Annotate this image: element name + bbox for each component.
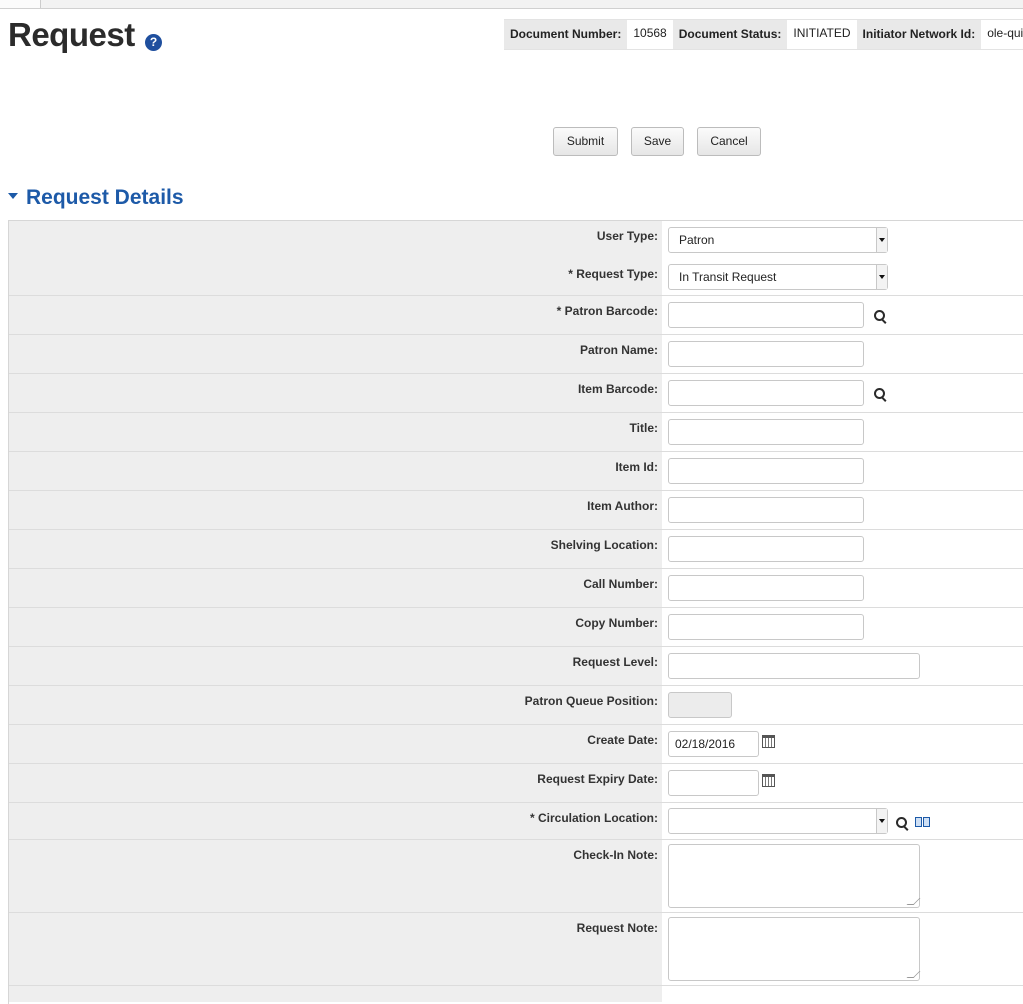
top-tab[interactable]: [0, 0, 41, 8]
section-title: Request Details: [26, 186, 184, 209]
row-request-level: Request Level:: [9, 647, 1023, 686]
row-shelving-location: Shelving Location:: [9, 530, 1023, 569]
row-title: Title:: [9, 413, 1023, 452]
top-tab-strip: [0, 0, 1023, 9]
create-date-input[interactable]: 02/18/2016: [668, 731, 759, 757]
user-type-value: Patron: [679, 233, 715, 247]
item-barcode-label: Item Barcode:: [577, 382, 658, 396]
row-item-barcode: Item Barcode:: [9, 374, 1023, 413]
initiator-network-id-value: ole-quic: [981, 20, 1023, 49]
item-barcode-search-icon[interactable]: [874, 388, 887, 402]
row-copy-number: Copy Number:: [9, 608, 1023, 647]
row-patron-barcode: * Patron Barcode:: [9, 296, 1023, 335]
row-request-type: * Request Type: In Transit Request: [9, 259, 1023, 296]
request-level-label: Request Level:: [572, 655, 658, 669]
title-input[interactable]: [668, 419, 864, 445]
copy-number-input[interactable]: [668, 614, 864, 640]
item-author-input[interactable]: [668, 497, 864, 523]
document-header-info: Document Number: 10568 Document Status: …: [504, 19, 1023, 50]
request-type-select[interactable]: In Transit Request: [668, 264, 888, 290]
row-check-in-note: Check-In Note:: [9, 840, 1023, 913]
document-number-value: 10568: [627, 20, 673, 49]
patron-name-label: Patron Name:: [579, 343, 658, 357]
request-type-label: * Request Type:: [568, 267, 658, 281]
chevron-down-icon: [876, 228, 887, 252]
patron-name-input[interactable]: [668, 341, 864, 367]
request-expiry-date-input[interactable]: [668, 770, 759, 796]
request-expiry-date-label: Request Expiry Date:: [537, 772, 658, 786]
create-date-calendar-icon[interactable]: [762, 735, 775, 748]
row-patron-name: Patron Name:: [9, 335, 1023, 374]
chevron-down-icon: [876, 809, 887, 833]
patron-barcode-label: * Patron Barcode:: [556, 304, 658, 318]
request-expiry-date-calendar-icon[interactable]: [762, 774, 775, 787]
call-number-label: Call Number:: [583, 577, 658, 591]
shelving-location-input[interactable]: [668, 536, 864, 562]
row-user-type: User Type: Patron: [9, 221, 1023, 260]
circulation-location-search-icon[interactable]: [896, 817, 909, 831]
item-author-label: Item Author:: [587, 499, 658, 513]
user-type-label: User Type:: [596, 229, 658, 243]
section-toggle-request-details[interactable]: Request Details: [8, 186, 184, 210]
item-barcode-input[interactable]: [668, 380, 864, 406]
row-patron-queue-position: Patron Queue Position:: [9, 686, 1023, 725]
check-in-note-textarea[interactable]: [668, 844, 920, 908]
row-item-author: Item Author:: [9, 491, 1023, 530]
row-call-number: Call Number:: [9, 569, 1023, 608]
circulation-location-label: * Circulation Location:: [529, 811, 658, 825]
create-date-label: Create Date:: [587, 733, 658, 747]
request-details-form: User Type: Patron * Request Type: In Tra…: [8, 220, 1023, 1004]
page-title: Request: [8, 16, 135, 53]
row-create-date: Create Date: 02/18/2016: [9, 725, 1023, 764]
item-id-input[interactable]: [668, 458, 864, 484]
row-circulation-location: * Circulation Location:: [9, 803, 1023, 840]
request-note-textarea[interactable]: [668, 917, 920, 981]
circulation-location-book-icon[interactable]: [915, 817, 931, 828]
patron-queue-position-field: [668, 692, 732, 718]
request-level-input[interactable]: [668, 653, 920, 679]
submit-button[interactable]: Submit: [553, 127, 618, 156]
row-form-footer: [9, 986, 1023, 1002]
request-type-value: In Transit Request: [679, 270, 777, 284]
patron-barcode-input[interactable]: [668, 302, 864, 328]
chevron-down-icon: [876, 265, 887, 289]
collapse-triangle-icon: [8, 193, 18, 200]
circulation-location-select[interactable]: [668, 808, 888, 834]
check-in-note-label: Check-In Note:: [573, 848, 658, 862]
request-note-label: Request Note:: [576, 921, 658, 935]
document-status-label: Document Status:: [672, 20, 788, 49]
item-id-label: Item Id:: [615, 460, 658, 474]
shelving-location-label: Shelving Location:: [550, 538, 658, 552]
title-label: Title:: [629, 421, 658, 435]
help-icon[interactable]: ?: [145, 34, 162, 51]
patron-barcode-search-icon[interactable]: [874, 310, 887, 324]
row-request-expiry-date: Request Expiry Date:: [9, 764, 1023, 803]
patron-queue-position-label: Patron Queue Position:: [524, 694, 658, 708]
call-number-input[interactable]: [668, 575, 864, 601]
initiator-network-id-label: Initiator Network Id:: [856, 20, 982, 49]
document-status-value: INITIATED: [787, 20, 857, 49]
document-number-label: Document Number:: [504, 20, 628, 49]
user-type-select[interactable]: Patron: [668, 227, 888, 253]
row-item-id: Item Id:: [9, 452, 1023, 491]
save-button[interactable]: Save: [631, 127, 684, 156]
copy-number-label: Copy Number:: [575, 616, 658, 630]
cancel-button[interactable]: Cancel: [697, 127, 761, 156]
row-request-note: Request Note:: [9, 913, 1023, 986]
